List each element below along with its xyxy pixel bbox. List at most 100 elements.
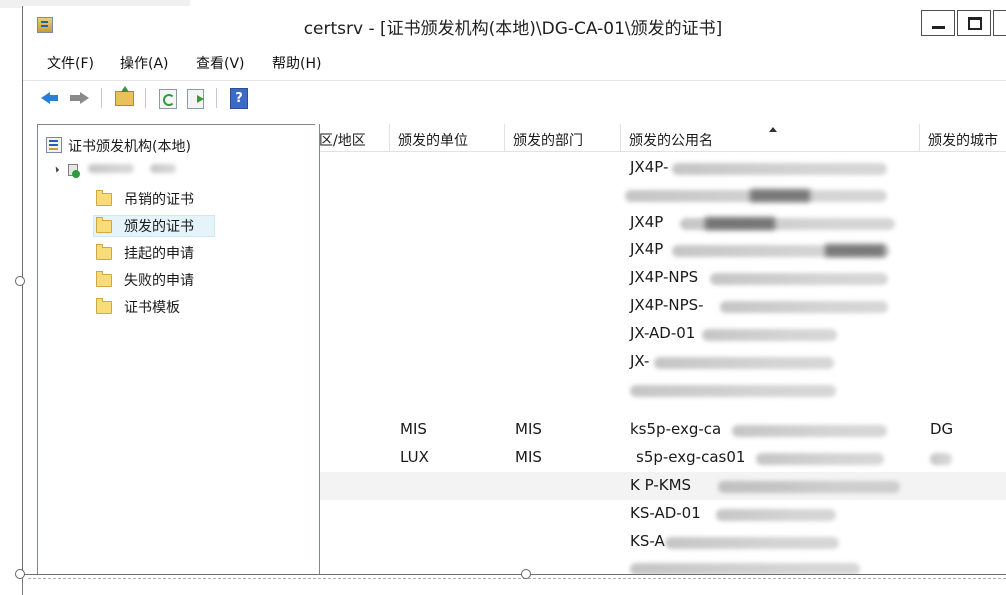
folder-icon xyxy=(96,190,112,206)
menu-file[interactable]: 文件(F) xyxy=(47,53,94,73)
export-list-button[interactable] xyxy=(183,86,207,110)
table-row[interactable]: LUX MIS s5p-exg-cas01 xyxy=(320,444,1006,472)
tree-label: 挂起的申请 xyxy=(124,246,194,262)
back-button[interactable] xyxy=(39,86,63,110)
redacted-text xyxy=(825,244,885,257)
redacted-text xyxy=(732,425,887,437)
redacted-text xyxy=(702,329,837,341)
maximize-button[interactable] xyxy=(957,10,991,36)
help-button[interactable]: ? xyxy=(226,86,250,110)
export-list-icon xyxy=(187,89,204,109)
redacted-ca-name xyxy=(88,164,134,173)
folder-icon xyxy=(96,244,112,260)
table-row[interactable] xyxy=(320,376,1006,404)
table-row[interactable]: JX-AD-01 xyxy=(320,320,1006,348)
forward-button[interactable] xyxy=(67,86,91,110)
redacted-text xyxy=(672,163,887,175)
cell-common-name: K P-KMS xyxy=(630,476,692,494)
table-row[interactable]: JX4P-NPS xyxy=(320,264,1006,292)
close-button[interactable] xyxy=(993,10,1006,36)
sort-ascending-icon xyxy=(769,127,777,132)
console-tree[interactable]: 证书颁发机构(本地) 吊销的证书 颁发的证书 挂起的申请 失败的申请 证书模板 xyxy=(37,124,317,574)
redacted-text xyxy=(705,217,775,230)
cell-organization: MIS xyxy=(400,420,427,438)
tree-item-ca-root[interactable]: 证书颁发机构(本地) xyxy=(46,135,306,157)
title-bar[interactable]: certsrv - [证书颁发机构(本地)\DG-CA-01\颁发的证书] xyxy=(23,6,1006,42)
table-row[interactable] xyxy=(320,181,1006,209)
minimize-button[interactable] xyxy=(921,10,955,36)
pane-splitter[interactable] xyxy=(315,124,318,574)
forward-arrow-icon xyxy=(70,92,89,104)
table-row[interactable]: JX4P xyxy=(320,209,1006,237)
tree-item-ca-node[interactable] xyxy=(52,161,302,183)
help-icon: ? xyxy=(230,88,248,109)
tree-label: 证书模板 xyxy=(124,300,180,316)
cell-common-name: KS-A xyxy=(630,532,665,550)
result-list[interactable]: 区/地区 颁发的单位 颁发的部门 颁发的公用名 颁发的城市 JX4P- JX4P xyxy=(319,124,1006,574)
column-header-city[interactable]: 颁发的城市 xyxy=(920,124,1006,152)
table-row[interactable]: MIS MIS ks5p-exg-ca DG xyxy=(320,416,1006,444)
tree-item-revoked-certificates[interactable]: 吊销的证书 xyxy=(96,189,306,211)
tree-label: 吊销的证书 xyxy=(124,192,194,208)
cell-common-name: JX- xyxy=(630,352,650,370)
cell-department: MIS xyxy=(515,448,542,466)
cell-common-name: JX4P xyxy=(630,213,664,231)
cell-common-name: ks5p-exg-ca xyxy=(630,420,722,438)
menu-help[interactable]: 帮助(H) xyxy=(272,53,321,73)
ca-server-icon xyxy=(68,162,81,178)
column-header-department[interactable]: 颁发的部门 xyxy=(505,124,621,152)
cell-common-name: JX4P xyxy=(630,240,664,258)
menu-view[interactable]: 查看(V) xyxy=(196,53,245,73)
tree-label: 颁发的证书 xyxy=(124,219,194,235)
certificate-authority-icon xyxy=(46,137,62,153)
column-header-common-name[interactable]: 颁发的公用名 xyxy=(621,124,920,152)
redacted-text xyxy=(654,357,834,369)
column-header-label: 颁发的城市 xyxy=(928,133,998,149)
redacted-ca-name xyxy=(150,164,176,173)
table-row[interactable]: JX4P-NPS- xyxy=(320,292,1006,320)
cell-organization: LUX xyxy=(400,448,429,466)
redacted-text xyxy=(718,481,900,493)
selection-guide-line xyxy=(28,578,1006,579)
crop-handle-left[interactable] xyxy=(15,276,25,286)
up-folder-icon xyxy=(115,86,134,106)
cell-department: MIS xyxy=(515,420,542,438)
table-row[interactable]: JX4P xyxy=(320,236,1006,264)
tree-item-failed-requests[interactable]: 失败的申请 xyxy=(96,270,306,292)
cell-common-name: JX4P-NPS- xyxy=(630,296,704,314)
table-row[interactable]: K P-KMS xyxy=(320,472,1006,500)
expand-arrow-icon[interactable] xyxy=(52,166,60,173)
tree-label: 失败的申请 xyxy=(124,273,194,289)
cell-city: DG xyxy=(930,420,954,438)
redacted-text xyxy=(630,563,860,574)
background-panel xyxy=(0,8,23,595)
menu-action[interactable]: 操作(A) xyxy=(120,53,169,73)
column-header-label: 颁发的公用名 xyxy=(629,133,713,149)
column-header-label: 颁发的单位 xyxy=(398,133,468,149)
crop-handle-bottom-left[interactable] xyxy=(15,569,25,579)
tree-item-certificate-templates[interactable]: 证书模板 xyxy=(96,297,306,319)
cell-common-name: s5p-exg-cas01 xyxy=(636,448,746,466)
cell-common-name: JX4P-NPS xyxy=(630,268,699,286)
column-header-region[interactable]: 区/地区 xyxy=(319,124,390,152)
tree-label: 证书颁发机构(本地) xyxy=(68,139,191,155)
redacted-text xyxy=(716,509,836,521)
table-row[interactable]: KS-A xyxy=(320,528,1006,556)
tree-item-issued-certificates[interactable]: 颁发的证书 xyxy=(93,215,306,238)
crop-handle-bottom[interactable] xyxy=(521,569,531,579)
redacted-text xyxy=(710,273,888,285)
menu-bar: 文件(F) 操作(A) 查看(V) 帮助(H) xyxy=(23,50,1006,76)
table-row[interactable]: KS-AD-01 xyxy=(320,500,1006,528)
window-title: certsrv - [证书颁发机构(本地)\DG-CA-01\颁发的证书] xyxy=(303,19,723,39)
column-header-organization[interactable]: 颁发的单位 xyxy=(390,124,505,152)
refresh-button[interactable] xyxy=(155,86,179,110)
redacted-city xyxy=(930,453,952,465)
column-header-label: 区/地区 xyxy=(319,133,366,149)
back-arrow-icon xyxy=(41,92,58,104)
table-row[interactable]: JX4P- xyxy=(320,154,1006,182)
cell-common-name: JX4P- xyxy=(630,158,669,176)
table-row[interactable] xyxy=(320,556,1006,574)
tree-item-pending-requests[interactable]: 挂起的申请 xyxy=(96,243,306,265)
table-row[interactable]: JX- xyxy=(320,348,1006,376)
up-one-level-button[interactable] xyxy=(112,86,136,110)
